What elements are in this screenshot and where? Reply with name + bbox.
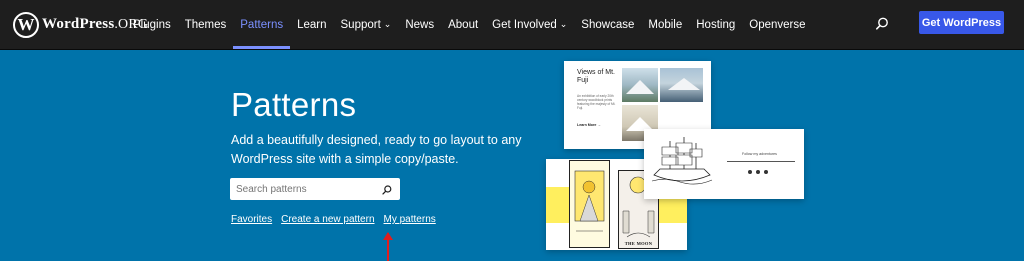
page-title: Patterns [231, 86, 357, 123]
nav-item-support[interactable]: Support ⌄ [334, 0, 399, 49]
pattern-search [230, 178, 400, 200]
nav-item-label: Themes [184, 18, 227, 31]
nav-item-label: Mobile [648, 18, 683, 31]
fuji-print-image [660, 68, 703, 102]
nav-item-label: News [405, 18, 435, 31]
tarot-card-image [569, 160, 610, 248]
fuji-body: An exhibition of early 20th century wood… [577, 94, 616, 110]
follow-text: Follow my adventures [742, 152, 777, 156]
nav-item-mobile[interactable]: Mobile [641, 0, 689, 49]
nav-item-label: Showcase [581, 18, 635, 31]
nav-item-label: Hosting [696, 18, 736, 31]
global-header: W WordPress.ORG Plugins Themes Patterns Lea… [0, 0, 1024, 50]
nav-item-label: Learn [297, 18, 327, 31]
nav-item-label: About [448, 18, 479, 31]
create-pattern-link[interactable]: Create a new pattern [281, 214, 374, 225]
tarot-label: THE MOON [624, 241, 653, 246]
nav-item-label: Openverse [749, 18, 806, 31]
get-wordpress-button[interactable]: Get WordPress [919, 11, 1004, 34]
nav-item-openverse[interactable]: Openverse [742, 0, 812, 49]
nav-item-hosting[interactable]: Hosting [689, 0, 742, 49]
annotation-arrow [383, 232, 393, 261]
page-description: Add a beautifully designed, ready to go … [231, 133, 522, 166]
nav-item-themes[interactable]: Themes [178, 0, 234, 49]
nav-item-get-involved[interactable]: Get Involved ⌄ [485, 0, 574, 49]
nav-item-label: Get Involved [492, 18, 557, 31]
chevron-down-icon: ⌄ [559, 19, 568, 29]
fuji-title: Views of Mt. Fuji [577, 69, 615, 84]
nav-item-showcase[interactable]: Showcase [574, 0, 641, 49]
main-nav: Plugins Themes Patterns Learn Support ⌄ News Ab… [126, 0, 813, 49]
favorites-link[interactable]: Favorites [231, 214, 272, 225]
nav-item-news[interactable]: News [398, 0, 441, 49]
fuji-link: Learn More → [577, 123, 601, 127]
nav-item-patterns[interactable]: Patterns [233, 0, 290, 49]
chevron-down-icon: ⌄ [383, 19, 392, 29]
logo-text: WordPress [42, 16, 115, 32]
nav-item-plugins[interactable]: Plugins [126, 0, 178, 49]
search-input[interactable] [236, 178, 376, 200]
my-patterns-link[interactable]: My patterns [384, 214, 436, 225]
nav-item-learn[interactable]: Learn [290, 0, 333, 49]
social-icons [748, 170, 768, 174]
social-icon [764, 170, 768, 174]
pattern-links: Favorites Create a new pattern My patter… [231, 214, 436, 225]
nav-item-label: Patterns [240, 18, 284, 31]
nav-item-label: Support [340, 18, 381, 31]
divider [727, 161, 795, 162]
search-icon[interactable] [381, 183, 393, 195]
search-icon[interactable] [872, 14, 892, 34]
nav-item-about[interactable]: About [441, 0, 485, 49]
social-icon [756, 170, 760, 174]
wordpress-w-icon: W [13, 11, 39, 38]
ship-illustration [650, 135, 714, 191]
social-icon [748, 170, 752, 174]
nav-item-label: Plugins [133, 18, 171, 31]
ship-pattern-preview[interactable]: Follow my adventures [644, 129, 804, 199]
fuji-print-image [622, 68, 658, 102]
